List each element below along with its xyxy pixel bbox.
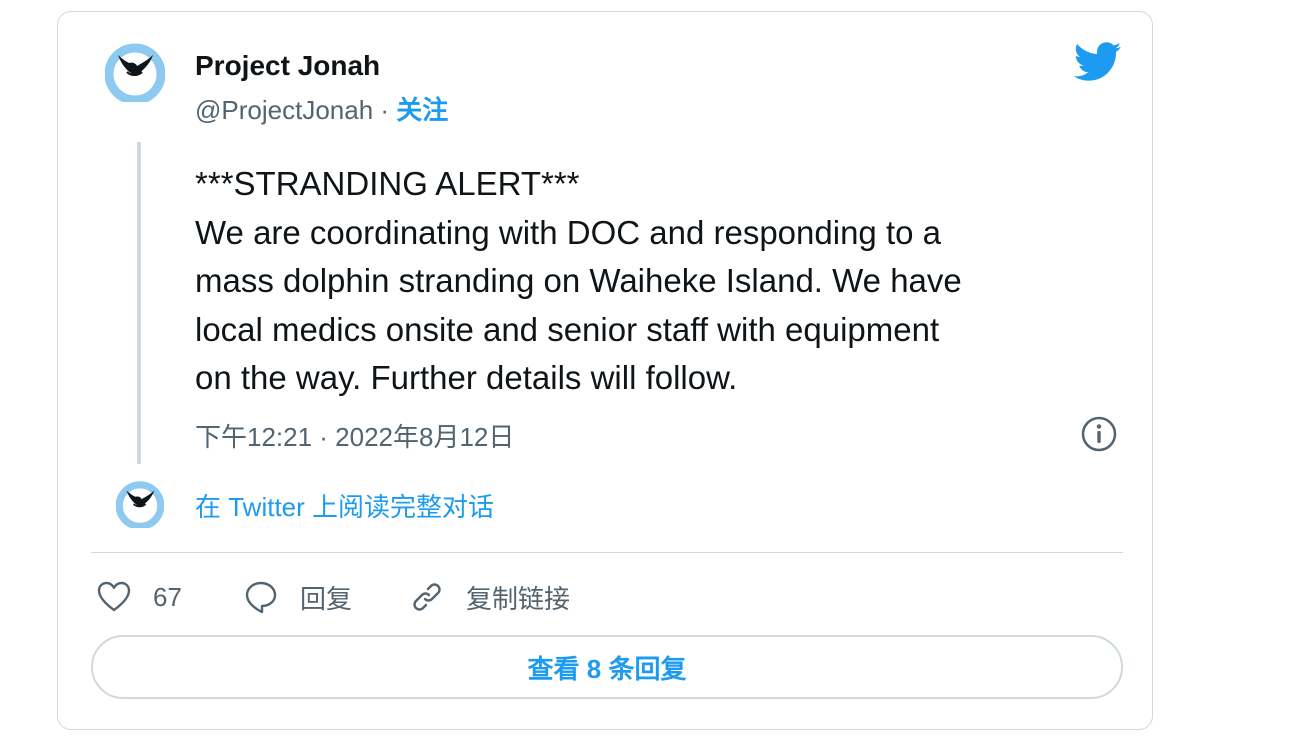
thread-line xyxy=(137,142,141,464)
twitter-bird-icon[interactable] xyxy=(1074,42,1122,82)
view-replies-label: 查看 8 条回复 xyxy=(527,653,687,684)
reply-label: 回复 xyxy=(300,583,353,614)
follow-link[interactable]: 关注 xyxy=(396,95,448,125)
read-full-conversation-link[interactable]: 在 Twitter 上阅读完整对话 xyxy=(195,487,494,524)
like-count: 67 xyxy=(153,581,182,612)
link-icon xyxy=(413,583,441,611)
tweet-text-line: mass dolphin stranding on Waiheke Island… xyxy=(195,262,962,299)
author-handle[interactable]: @ProjectJonah xyxy=(195,95,373,125)
author-handle-row: @ProjectJonah · 关注 xyxy=(195,90,448,127)
tweet-text-line: local medics onsite and senior staff wit… xyxy=(195,310,940,348)
divider xyxy=(91,552,1123,553)
copy-link-label: 复制链接 xyxy=(466,583,571,614)
tweet-text-line: ***STRANDING ALERT*** xyxy=(195,165,580,202)
tweet-text-line: We are coordinating with DOC and respond… xyxy=(195,213,941,251)
author-name[interactable]: Project Jonah xyxy=(195,50,380,82)
like-button[interactable]: 67 xyxy=(95,575,182,619)
view-replies-button[interactable]: 查看 8 条回复 xyxy=(91,635,1123,699)
tweet-text-line: on the way. Further details will follow. xyxy=(195,359,738,396)
tweet-text: ***STRANDING ALERT*** We are coordinatin… xyxy=(195,160,1115,403)
heart-icon xyxy=(97,581,131,612)
speech-bubble-icon xyxy=(245,581,277,614)
copy-link-button[interactable]: 复制链接 xyxy=(408,575,570,619)
handle-separator: · xyxy=(373,95,397,125)
reply-avatar[interactable] xyxy=(115,480,165,530)
reply-button[interactable]: 回复 xyxy=(242,575,352,619)
info-icon[interactable] xyxy=(1080,415,1118,453)
tweet-embed-card: Project Jonah @ProjectJonah · 关注 ***STRA… xyxy=(57,11,1153,730)
tweet-timestamp[interactable]: 下午12:21 · 2022年8月12日 xyxy=(195,417,514,454)
author-avatar[interactable] xyxy=(104,42,166,105)
